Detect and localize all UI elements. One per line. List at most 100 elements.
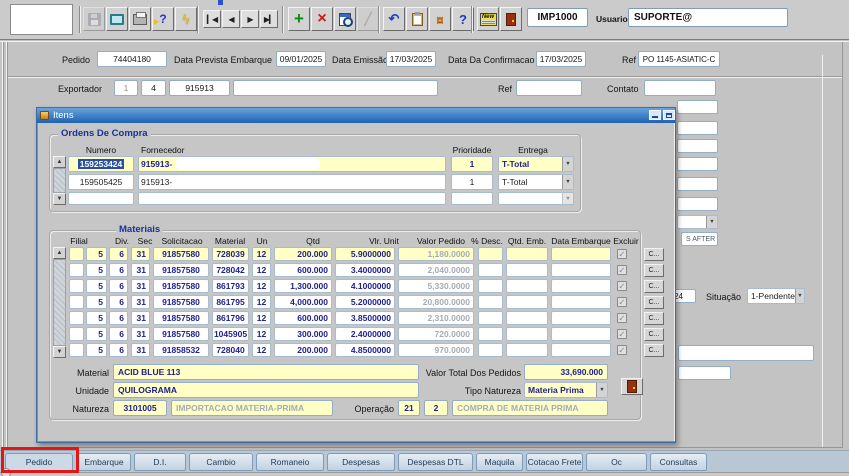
- background-field[interactable]: [677, 139, 718, 153]
- materiais-cell[interactable]: 600.000: [274, 311, 332, 325]
- materiais-cell[interactable]: 12: [252, 327, 271, 341]
- background-wide-field[interactable]: [678, 345, 814, 361]
- tab-consultas[interactable]: Consultas: [650, 453, 707, 471]
- tab-cotacao-frete[interactable]: Cotacao Frete: [526, 453, 583, 471]
- materiais-cell[interactable]: 6: [109, 263, 128, 277]
- excluir-checkbox[interactable]: ✓: [617, 281, 627, 291]
- materiais-cell[interactable]: 1,300.000: [274, 279, 332, 293]
- materiais-cell[interactable]: 91857580: [153, 247, 209, 261]
- data-emissao-field[interactable]: 17/03/2025: [386, 51, 436, 67]
- row-detail-button[interactable]: C...: [644, 328, 664, 341]
- ordens-prioridade-cell[interactable]: 1: [451, 156, 493, 172]
- chevron-down-icon[interactable]: ▼: [562, 157, 573, 171]
- materiais-cell[interactable]: 4.8500000: [335, 343, 395, 357]
- materiais-cell[interactable]: [69, 327, 84, 341]
- materiais-cell[interactable]: 91857580: [153, 295, 209, 309]
- minimize-button[interactable]: [649, 110, 661, 120]
- program-code-field[interactable]: IMP1000: [527, 8, 588, 27]
- materiais-cell[interactable]: [551, 295, 611, 309]
- scroll-up-button[interactable]: ▲: [53, 247, 66, 259]
- tab-romaneio[interactable]: Romaneio: [256, 453, 324, 471]
- scrollbar-track[interactable]: [53, 259, 66, 346]
- ordens-fornecedor-cell[interactable]: 915913-: [138, 156, 446, 172]
- tab-maquila[interactable]: Maquila: [476, 453, 523, 471]
- help-search-button[interactable]: ?: [152, 7, 174, 31]
- tab-oc[interactable]: Oc: [586, 453, 647, 471]
- ordens-numero-cell[interactable]: [68, 192, 134, 205]
- materiais-cell[interactable]: [506, 263, 548, 277]
- unidade-field[interactable]: QUILOGRAMA: [113, 382, 419, 398]
- tab-despesas-dtl[interactable]: Despesas DTL: [398, 453, 473, 471]
- materiais-cell[interactable]: 728039: [212, 247, 249, 261]
- materiais-cell[interactable]: 200.000: [274, 247, 332, 261]
- row-detail-button[interactable]: C...: [644, 248, 664, 261]
- materiais-cell[interactable]: 91857580: [153, 279, 209, 293]
- horizontal-scrollbar[interactable]: [0, 472, 849, 476]
- new-record-button[interactable]: New: [477, 7, 499, 31]
- materiais-cell[interactable]: 6: [109, 279, 128, 293]
- materiais-cell[interactable]: 4,000.000: [274, 295, 332, 309]
- materiais-cell[interactable]: [506, 279, 548, 293]
- tab-embarque[interactable]: Embarque: [77, 453, 131, 471]
- excluir-checkbox[interactable]: ✓: [617, 329, 627, 339]
- excluir-checkbox[interactable]: ✓: [617, 313, 627, 323]
- materiais-cell[interactable]: 5.9000000: [335, 247, 395, 261]
- materiais-cell[interactable]: 3.8500000: [335, 311, 395, 325]
- nav-prev-button[interactable]: ◀: [222, 10, 240, 28]
- row-detail-button[interactable]: C...: [644, 280, 664, 293]
- chevron-down-icon[interactable]: ▼: [706, 216, 717, 228]
- row-detail-button[interactable]: C...: [644, 344, 664, 357]
- materiais-cell[interactable]: 31: [131, 279, 150, 293]
- materiais-cell[interactable]: 2.4000000: [335, 327, 395, 341]
- ordens-fornecedor-cell[interactable]: [138, 192, 446, 205]
- nav-next-button[interactable]: ▶: [241, 10, 259, 28]
- materiais-cell[interactable]: 20,800.0000: [398, 295, 474, 309]
- ordens-entrega-combo[interactable]: ▼: [498, 192, 574, 205]
- materiais-cell[interactable]: [69, 295, 84, 309]
- materiais-cell[interactable]: 31: [131, 263, 150, 277]
- materiais-cell[interactable]: 5: [86, 247, 107, 261]
- data-prevista-field[interactable]: 09/01/2025: [276, 51, 326, 67]
- background-field[interactable]: [677, 157, 718, 171]
- excluir-checkbox[interactable]: ✓: [617, 297, 627, 307]
- materiais-cell[interactable]: [506, 247, 548, 261]
- materiais-cell[interactable]: 300.000: [274, 327, 332, 341]
- excluir-checkbox[interactable]: ✓: [617, 249, 627, 259]
- ordens-fornecedor-cell[interactable]: 915913-: [138, 174, 446, 190]
- add-record-button[interactable]: +: [288, 7, 310, 31]
- materiais-cell[interactable]: 720.0000: [398, 327, 474, 341]
- execute-button[interactable]: ϟ: [175, 7, 197, 31]
- materiais-cell[interactable]: 600.000: [274, 263, 332, 277]
- chevron-down-icon[interactable]: ▼: [795, 289, 804, 303]
- undo-button[interactable]: ↶: [383, 7, 405, 31]
- materiais-cell[interactable]: 2,040.0000: [398, 263, 474, 277]
- materiais-cell[interactable]: 2,310.0000: [398, 311, 474, 325]
- materiais-cell[interactable]: 200.000: [274, 343, 332, 357]
- materiais-cell[interactable]: 5: [86, 327, 107, 341]
- excluir-checkbox[interactable]: ✓: [617, 345, 627, 355]
- materiais-cell[interactable]: 6: [109, 295, 128, 309]
- ordens-entrega-combo[interactable]: T-Total▼: [498, 156, 574, 172]
- edit-button[interactable]: ╱: [357, 7, 379, 31]
- row-detail-button[interactable]: C...: [644, 312, 664, 325]
- tab-d-i[interactable]: D.I.: [134, 453, 186, 471]
- scroll-down-button[interactable]: ▼: [53, 346, 66, 358]
- materiais-cell[interactable]: [506, 343, 548, 357]
- materiais-cell[interactable]: 91857580: [153, 311, 209, 325]
- materiais-cell[interactable]: 5: [86, 279, 107, 293]
- materiais-cell[interactable]: 12: [252, 279, 271, 293]
- query-button[interactable]: [334, 7, 356, 31]
- ref-field[interactable]: PO 1145-ASIATIC-C: [638, 51, 720, 67]
- materiais-cell[interactable]: 31: [131, 343, 150, 357]
- background-small-field[interactable]: [678, 366, 731, 380]
- natureza-code-field[interactable]: 3101005: [113, 400, 167, 416]
- materiais-cell[interactable]: 728042: [212, 263, 249, 277]
- ordens-numero-cell[interactable]: 159253424: [68, 156, 134, 172]
- natureza-desc-field[interactable]: IMPORTACAO MATERIA-PRIMA: [171, 400, 333, 416]
- screen-button[interactable]: [106, 7, 128, 31]
- materiais-cell[interactable]: [478, 327, 503, 341]
- materiais-cell[interactable]: 12: [252, 311, 271, 325]
- exportador-field-2[interactable]: 4: [141, 80, 166, 96]
- ordens-prioridade-cell[interactable]: 1: [451, 174, 493, 190]
- materiais-cell[interactable]: [551, 311, 611, 325]
